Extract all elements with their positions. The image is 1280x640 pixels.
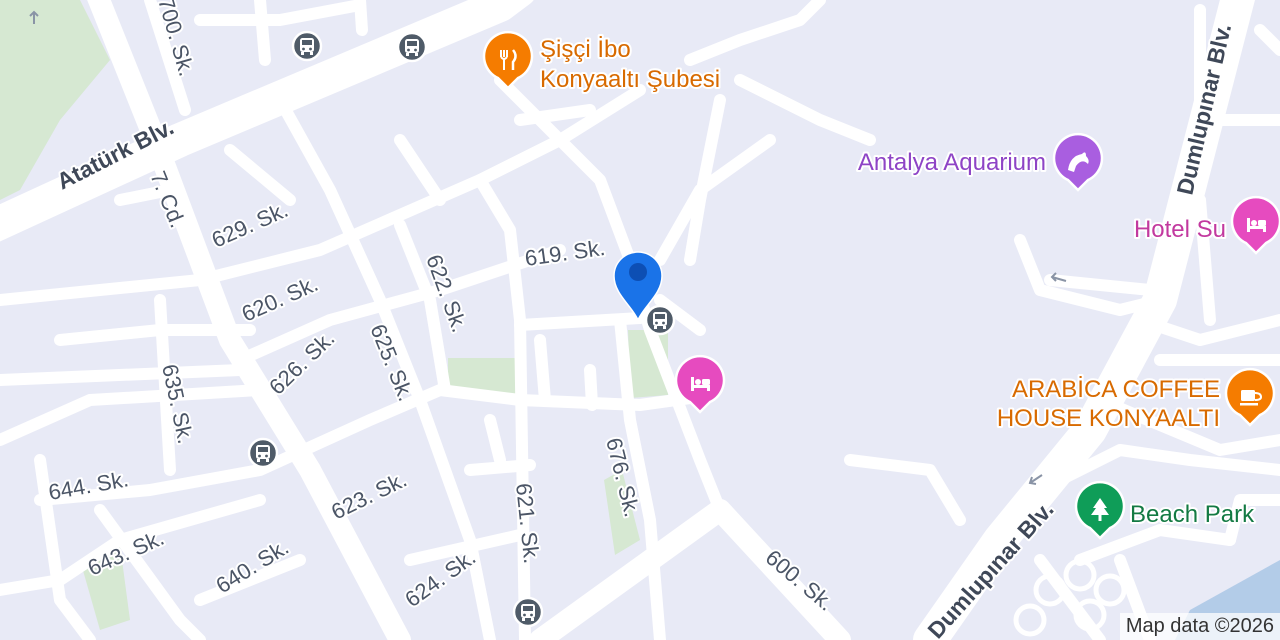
- bus-stop-icon[interactable]: [396, 31, 428, 63]
- bus-stop-icon[interactable]: [512, 596, 544, 628]
- poi-label-sisci-line2: Konyaaltı Şubesi: [540, 66, 720, 93]
- poi-label-hotel-su: Hotel Su: [1134, 216, 1226, 243]
- poi-label-sisci-line1: Şişçi İbo: [540, 36, 631, 63]
- bus-stop-icon[interactable]: [291, 30, 323, 62]
- bus-stop-icon[interactable]: [247, 437, 279, 469]
- poi-label-aquarium: Antalya Aquarium: [858, 149, 1046, 176]
- map-canvas[interactable]: Atatürk Blv. Dumlupınar Blv. Dumlupınar …: [0, 0, 1280, 640]
- poi-label-arabica-line2: HOUSE KONYAALTI: [997, 405, 1220, 432]
- poi-label-arabica-line1: ARABİCA COFFEE: [1012, 376, 1220, 403]
- bus-stop-icon[interactable]: [644, 304, 676, 336]
- map-view[interactable]: Atatürk Blv. Dumlupınar Blv. Dumlupınar …: [0, 0, 1280, 640]
- poi-label-beach-park: Beach Park: [1130, 501, 1255, 528]
- map-attribution: Map data ©2026: [1119, 613, 1280, 640]
